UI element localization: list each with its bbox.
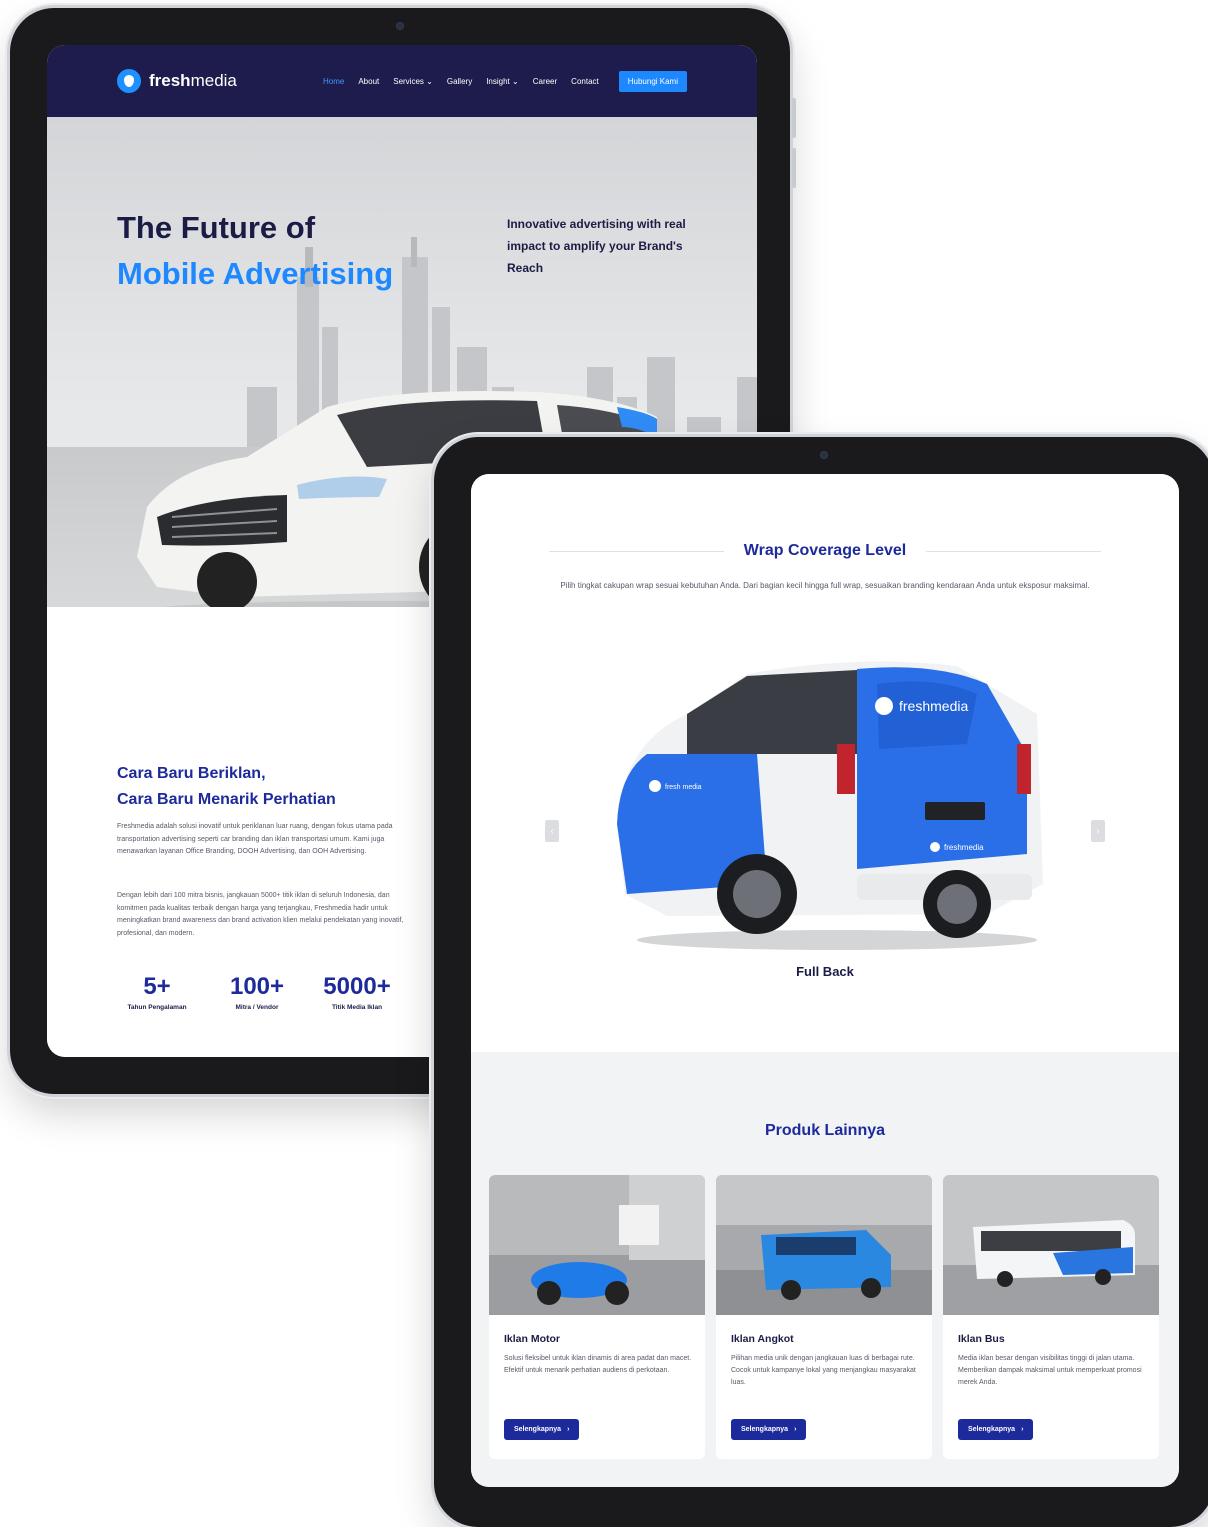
button-label: Selengkapnya: [514, 1426, 562, 1433]
bus-ad-image: [943, 1175, 1159, 1315]
nav-services[interactable]: Services: [393, 77, 433, 86]
product-card-angkot[interactable]: Iklan Angkot Pilihan media unik dengan j…: [716, 1175, 932, 1459]
rear-window-brand-text: freshmedia: [899, 698, 968, 714]
about-paragraph-2: Dengan lebih dari 100 mitra bisnis, jang…: [117, 892, 404, 937]
carousel-prev-button[interactable]: ‹: [545, 820, 559, 842]
chevron-right-icon: ›: [567, 1426, 570, 1433]
stats-row: 5+ Tahun Pengalaman 100+ Mitra / Vendor …: [107, 972, 407, 1011]
product-description: Pilihan media unik dengan jangkauan luas…: [731, 1355, 916, 1386]
product-title: Iklan Bus: [958, 1333, 1005, 1345]
nav-links: Home About Services Gallery Insight Care…: [323, 70, 687, 92]
bumper-brand-text: freshmedia: [944, 843, 984, 852]
nav-contact[interactable]: Contact: [571, 77, 599, 86]
tablet-frame-front: Wrap Coverage Level Pilih tingkat cakupa…: [434, 437, 1208, 1527]
selengkapnya-button[interactable]: Selengkapnya ›: [731, 1419, 807, 1440]
product-description: Solusi fleksibel untuk iklan dinamis di …: [504, 1355, 692, 1374]
selengkapnya-button[interactable]: Selengkapnya ›: [958, 1419, 1034, 1440]
hubungi-kami-button[interactable]: Hubungi Kami: [618, 70, 687, 92]
about-heading: Cara Baru Beriklan, Cara Baru Menarik Pe…: [117, 761, 336, 813]
camera-icon: [396, 22, 404, 30]
product-cards: Iklan Motor Solusi fleksibel untuk iklan…: [489, 1175, 1159, 1459]
selengkapnya-button[interactable]: Selengkapnya ›: [504, 1419, 580, 1440]
brand-logo[interactable]: freshmedia: [117, 69, 237, 93]
hero-title-line2: Mobile Advertising: [117, 256, 394, 291]
wrapped-mpv-image: freshmedia fresh media freshmedia: [617, 661, 1043, 950]
product-card-bus[interactable]: Iklan Bus Media iklan besar dengan visib…: [943, 1175, 1159, 1459]
stat-label: Titik Media Iklan: [331, 1004, 383, 1011]
wrap-coverage-header: Wrap Coverage Level: [549, 542, 1101, 560]
chevron-right-icon: ›: [794, 1426, 797, 1433]
divider-line: [549, 550, 724, 552]
about-heading-line1: Cara Baru Beriklan,: [117, 765, 266, 782]
camera-icon: [820, 451, 828, 459]
nav-career[interactable]: Career: [533, 77, 557, 86]
stat-media-points: 5000+ Titik Media Iklan: [307, 972, 407, 1011]
stat-label: Tahun Pengalaman: [127, 1004, 187, 1011]
logo-text-bold: fresh: [149, 71, 191, 90]
about-paragraph-1: Freshmedia adalah solusi inovatif untuk …: [117, 823, 393, 855]
stat-experience: 5+ Tahun Pengalaman: [107, 972, 207, 1011]
navbar: freshmedia Home About Services Gallery I…: [47, 45, 757, 117]
product-description: Media iklan besar dengan visibilitas tin…: [958, 1355, 1142, 1386]
stat-value: 100+: [229, 973, 285, 1000]
wrap-level-caption: Full Back: [796, 964, 854, 979]
hero-title: The Future of Mobile Advertising: [117, 205, 393, 297]
hero-title-line1: The Future of: [117, 210, 316, 245]
wrap-coverage-description: Pilih tingkat cakupan wrap sesuai kebutu…: [560, 581, 1090, 590]
product-page-screen: Wrap Coverage Level Pilih tingkat cakupa…: [471, 474, 1179, 1487]
other-products-heading: Produk Lainnya: [764, 1122, 886, 1139]
wrap-coverage-section: Wrap Coverage Level Pilih tingkat cakupa…: [471, 474, 1179, 1052]
stat-label: Mitra / Vendor: [235, 1004, 279, 1011]
carousel-next-button[interactable]: ›: [1091, 820, 1105, 842]
hero-subtitle: Innovative advertising with real impact …: [507, 217, 686, 275]
motor-ad-image: [489, 1175, 705, 1315]
button-label: Selengkapnya: [741, 1426, 789, 1433]
volume-up-button: [792, 98, 796, 138]
logo-text-light: media: [190, 71, 237, 90]
product-title: Iklan Angkot: [731, 1333, 794, 1345]
nav-home[interactable]: Home: [323, 77, 344, 86]
about-heading-line2: Cara Baru Menarik Perhatian: [117, 791, 336, 808]
volume-down-button: [792, 148, 796, 188]
chevron-right-icon: ›: [1021, 1426, 1024, 1433]
product-title: Iklan Motor: [504, 1333, 561, 1345]
button-label: Selengkapnya: [968, 1426, 1016, 1433]
angkot-ad-image: [716, 1175, 932, 1315]
other-products-section: Produk Lainnya Iklan Motor Solusi fleksi…: [471, 1052, 1179, 1487]
nav-about[interactable]: About: [358, 77, 379, 86]
stat-value: 5+: [143, 973, 171, 1000]
nav-insight[interactable]: Insight: [486, 77, 519, 86]
stat-value: 5000+: [323, 973, 391, 1000]
wrap-coverage-heading: Wrap Coverage Level: [743, 542, 907, 559]
stat-partners: 100+ Mitra / Vendor: [207, 972, 307, 1011]
divider-line: [926, 550, 1101, 552]
product-card-motor[interactable]: Iklan Motor Solusi fleksibel untuk iklan…: [489, 1175, 705, 1459]
side-door-brand-text: fresh media: [665, 784, 702, 791]
nav-gallery[interactable]: Gallery: [447, 77, 472, 86]
droplet-logo-icon: [117, 69, 141, 93]
